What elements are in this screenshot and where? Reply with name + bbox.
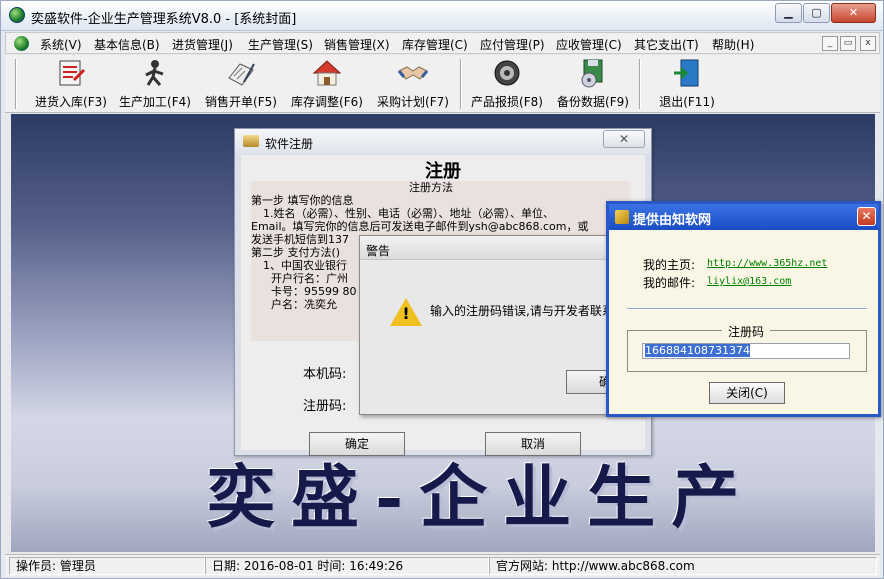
purchase-plan-label: 采购计划(F7) <box>377 95 449 109</box>
menu-purchase[interactable]: 进货管理(J) <box>172 36 233 53</box>
about-close-dialog-button[interactable]: 关闭(C) <box>709 382 785 404</box>
worker-icon <box>145 60 164 86</box>
sales-order-button[interactable]: 销售开单(F5) <box>201 55 281 113</box>
gear-icon <box>494 60 520 86</box>
about-dialog: 提供由知软网 ✕ 我的主页: http://www.365hz.net 我的邮件… <box>606 201 881 417</box>
scroll-up-arrow-icon[interactable]: ▲ <box>629 183 631 195</box>
register-cancel-button[interactable]: 取消 <box>485 432 581 456</box>
status-bar: 操作员: 管理员 日期: 2016-08-01 时间: 16:49:26 官方网… <box>5 554 880 576</box>
reg-code-label: 注册码: <box>303 399 347 414</box>
register-dialog-title-bar: 软件注册 ✕ <box>235 129 651 154</box>
title-bar: 奕盛软件-企业生产管理系统V8.0 - [系统封面] ▁ ▢ ✕ <box>1 1 883 31</box>
menu-production[interactable]: 生产管理(S) <box>248 36 313 53</box>
backup-icon <box>581 59 603 88</box>
register-close-button[interactable]: ✕ <box>603 130 645 148</box>
email-label: 我的邮件: <box>643 276 696 290</box>
reg-code-value: 166884108731374 <box>645 344 750 357</box>
mdi-close-button[interactable]: x <box>860 36 876 51</box>
email-link[interactable]: liylix@163.com <box>707 276 791 287</box>
warning-dialog: 警告 ! 输入的注册码错误,请与开发者联系 确定 <box>359 235 645 415</box>
app-globe-icon <box>9 7 25 23</box>
reg-code-field[interactable]: 166884108731374 <box>642 343 850 359</box>
sales-order-label: 销售开单(F5) <box>205 95 277 109</box>
house-icon <box>312 60 342 86</box>
homepage-link[interactable]: http://www.365hz.net <box>707 258 827 269</box>
minimize-button[interactable]: ▁ <box>775 3 802 23</box>
menu-receivable[interactable]: 应收管理(C) <box>556 36 622 53</box>
menu-inventory[interactable]: 库存管理(C) <box>402 36 468 53</box>
inventory-adjust-button[interactable]: 库存调整(F6) <box>287 55 367 113</box>
product-loss-label: 产品报损(F8) <box>471 95 543 109</box>
reg-code-group: 注册码 166884108731374 <box>627 323 867 372</box>
main-window: 奕盛软件-企业生产管理系统V8.0 - [系统封面] ▁ ▢ ✕ 系统(V) 基… <box>0 0 884 579</box>
exit-icon <box>674 59 699 87</box>
window-title: 奕盛软件-企业生产管理系统V8.0 - [系统封面] <box>31 12 297 27</box>
toolbar: 进货入库(F3) 生产加工(F4) 销售开单(F5) 库存调整(F6) 采购计划… <box>5 55 880 113</box>
instructions-line: 注册方法 <box>409 181 453 194</box>
menu-help[interactable]: 帮助(H) <box>712 36 754 53</box>
menu-bar: 系统(V) 基本信息(B) 进货管理(J) 生产管理(S) 销售管理(X) 库存… <box>5 32 880 54</box>
register-key-icon <box>243 135 259 147</box>
instructions-line: Email。填写完你的信息后可发送电子邮件到ysh@abc868.com，或 <box>251 220 589 233</box>
status-operator: 操作员: 管理员 <box>9 557 205 575</box>
about-dialog-title: 提供由知软网 <box>633 213 712 228</box>
purchase-stock-button[interactable]: 进货入库(F3) <box>31 55 111 113</box>
exit-label: 退出(F11) <box>659 95 715 109</box>
mdi-globe-icon[interactable] <box>14 36 29 51</box>
close-button[interactable]: ✕ <box>831 3 876 23</box>
about-key-icon <box>615 210 629 224</box>
register-dialog-title: 软件注册 <box>265 137 314 151</box>
warning-dialog-title: 警告 <box>366 244 391 258</box>
purchase-icon <box>59 60 86 86</box>
reg-code-group-label: 注册码 <box>722 323 771 340</box>
purchase-stock-label: 进货入库(F3) <box>35 95 107 109</box>
backup-data-label: 备份数据(F9) <box>557 95 629 109</box>
toolbar-separator <box>639 59 641 109</box>
production-label: 生产加工(F4) <box>119 95 191 109</box>
about-divider <box>627 308 867 310</box>
machine-code-label: 本机码: <box>303 367 347 382</box>
exit-button[interactable]: 退出(F11) <box>647 55 727 113</box>
backup-data-button[interactable]: 备份数据(F9) <box>553 55 633 113</box>
toolbar-separator <box>460 59 462 109</box>
homepage-label: 我的主页: <box>643 258 696 272</box>
instructions-line: 第一步 填写你的信息 <box>251 194 354 207</box>
warning-message: 输入的注册码错误,请与开发者联系 <box>430 304 614 318</box>
product-loss-button[interactable]: 产品报损(F8) <box>467 55 547 113</box>
sales-icon <box>228 63 255 86</box>
menu-sales[interactable]: 销售管理(X) <box>324 36 390 53</box>
production-button[interactable]: 生产加工(F4) <box>115 55 195 113</box>
maximize-button[interactable]: ▢ <box>803 3 830 23</box>
status-website: 官方网站: http://www.abc868.com <box>489 557 877 575</box>
cover-banner-text: 奕盛-企业生产 <box>207 458 756 538</box>
mdi-restore-button[interactable]: ▭ <box>840 36 856 51</box>
menu-system[interactable]: 系统(V) <box>40 36 82 53</box>
status-datetime: 日期: 2016-08-01 时间: 16:49:26 <box>205 557 489 575</box>
mdi-minimize-button[interactable]: _ <box>822 36 838 51</box>
register-heading: 注册 <box>425 161 461 182</box>
handshake-icon <box>398 66 428 80</box>
menu-basic-info[interactable]: 基本信息(B) <box>94 36 160 53</box>
warning-icon-mark: ! <box>402 304 410 323</box>
menu-payable[interactable]: 应付管理(P) <box>480 36 545 53</box>
menu-other-expense[interactable]: 其它支出(T) <box>634 36 699 53</box>
about-dialog-title-bar: 提供由知软网 ✕ <box>609 204 878 230</box>
inventory-adjust-label: 库存调整(F6) <box>291 95 363 109</box>
toolbar-separator <box>15 59 17 109</box>
purchase-plan-button[interactable]: 采购计划(F7) <box>373 55 453 113</box>
about-close-button[interactable]: ✕ <box>857 207 876 226</box>
register-ok-button[interactable]: 确定 <box>309 432 405 456</box>
warning-dialog-title-bar: 警告 <box>360 236 644 260</box>
instructions-line: 1.姓名（必需）、性别、电话（必需）、地址（必需）、单位、 <box>263 207 554 220</box>
